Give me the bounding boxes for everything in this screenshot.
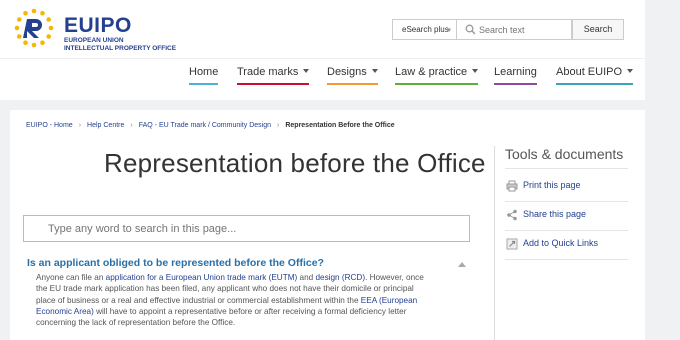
page-title: Representation before the Office (104, 148, 486, 178)
search-icon (465, 24, 476, 35)
breadcrumb-help-centre[interactable]: Help Centre (87, 122, 124, 129)
share-icon (507, 209, 517, 221)
nav-designs[interactable]: Designs (327, 66, 378, 85)
breadcrumb: EUIPO - Home › Help Centre › FAQ - EU Trade … (26, 122, 395, 129)
sidebar-divider (494, 146, 495, 340)
search-button[interactable]: Search (572, 19, 624, 40)
site-header: EUIPO EUROPEAN UNION INTELLECTUAL PROPER… (0, 0, 645, 100)
chevron-down-icon (303, 69, 310, 73)
nav-learning-label: Learning (494, 66, 537, 78)
sidebar-separator (505, 168, 628, 169)
brand-subtitle-line1: EUROPEAN UNION (64, 37, 124, 44)
nav-home-label: Home (189, 66, 219, 78)
nav-law-practice-label: Law & practice (395, 66, 468, 78)
page-search-field[interactable] (23, 215, 470, 242)
page-search-input[interactable] (48, 222, 458, 236)
share-page-link[interactable]: Share this page (505, 203, 628, 231)
nav-trade-marks[interactable]: Trade marks (237, 66, 310, 85)
breadcrumb-home[interactable]: EUIPO - Home (26, 122, 73, 129)
chevron-down-icon (472, 69, 479, 73)
nav-designs-label: Designs (327, 66, 367, 78)
breadcrumb-current: Representation Before the Office (285, 122, 395, 129)
chevron-down-icon: ▾ (447, 27, 451, 34)
brand-subtitle-line2: INTELLECTUAL PROPERTY OFFICE (64, 44, 177, 52)
nav-home[interactable]: Home (189, 66, 219, 85)
breadcrumb-separator: › (78, 122, 82, 129)
faq-answer-text: and (297, 273, 316, 282)
collapse-icon[interactable] (458, 262, 466, 267)
site-search-field[interactable] (456, 19, 572, 40)
faq-question[interactable]: Is an applicant obliged to be represente… (27, 257, 324, 269)
rcd-design-link[interactable]: design (RCD) (315, 273, 365, 282)
header-divider (0, 58, 645, 59)
brand-name: EUIPO (64, 14, 132, 37)
print-page-link[interactable]: Print this page (505, 174, 628, 202)
breadcrumb-separator: › (130, 122, 133, 129)
faq-answer-text: Anyone can file an (36, 273, 106, 282)
nav-about-euipo-label: About EUIPO (556, 66, 623, 78)
site-search-input[interactable] (479, 22, 569, 37)
euipo-logo[interactable] (14, 8, 54, 48)
add-quick-links-label: Add to Quick Links (523, 238, 599, 248)
print-icon (506, 180, 518, 192)
chevron-down-icon (371, 69, 378, 73)
breadcrumb-faq[interactable]: FAQ - EU Trade mark / Community Design (139, 122, 271, 129)
link-icon (506, 238, 518, 250)
faq-answer: Anyone can file an application for a Eur… (36, 272, 434, 328)
share-page-label: Share this page (523, 209, 587, 219)
nav-about-euipo[interactable]: About EUIPO (556, 66, 634, 85)
chevron-down-icon (627, 69, 634, 73)
sidebar-title: Tools & documents (505, 146, 624, 162)
nav-learning[interactable]: Learning (494, 66, 537, 85)
eutm-application-link[interactable]: application for a European Union trade m… (106, 273, 298, 282)
add-quick-links-link[interactable]: Add to Quick Links (505, 232, 628, 260)
breadcrumb-separator: › (277, 122, 280, 129)
main-content: EUIPO - Home › Help Centre › FAQ - EU Trade … (10, 110, 645, 340)
nav-law-practice[interactable]: Law & practice (395, 66, 479, 85)
esearch-scope-select[interactable]: eSearch plus ▾ (392, 19, 457, 40)
brand[interactable]: EUIPO EUROPEAN UNION INTELLECTUAL PROPER… (64, 15, 176, 52)
esearch-scope-label: eSearch plus (402, 25, 449, 34)
print-page-label: Print this page (523, 180, 581, 190)
nav-trade-marks-label: Trade marks (237, 66, 299, 78)
